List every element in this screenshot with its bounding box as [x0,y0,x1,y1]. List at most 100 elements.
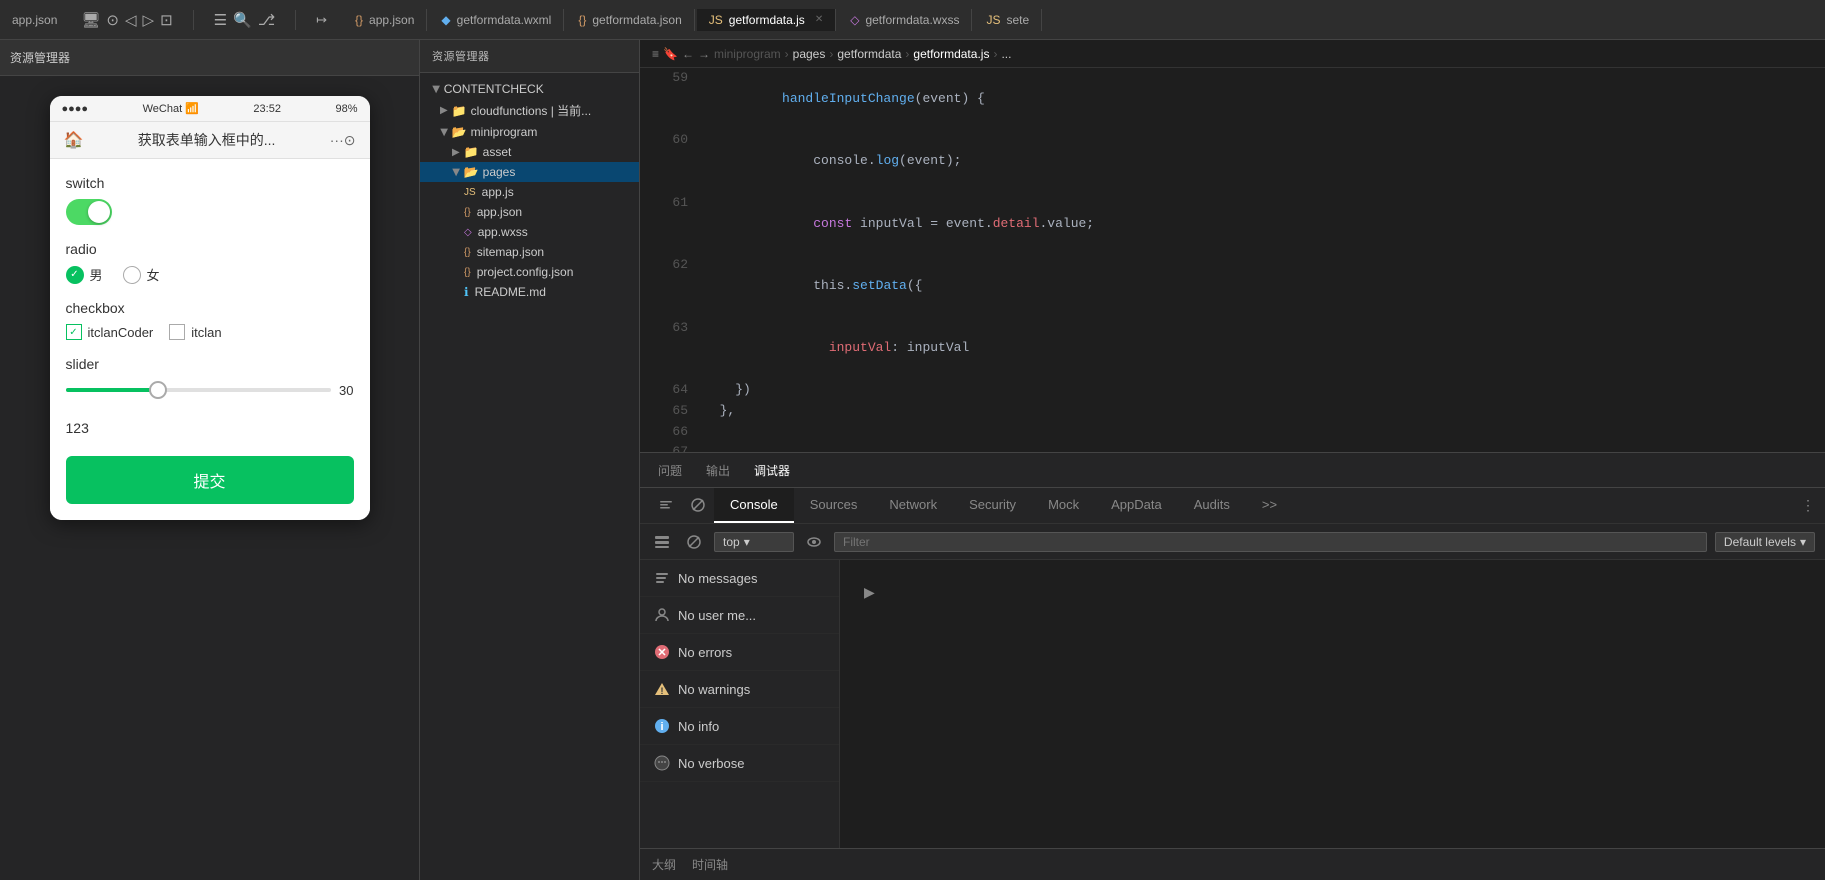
console-options-icon[interactable]: ⋮ [1801,497,1815,514]
tree-readme[interactable]: ℹ README.md [420,282,639,302]
wxss-icon: ◇ [850,13,859,27]
radio-female[interactable]: 女 [123,265,160,284]
filter-layout-icon[interactable] [650,530,674,554]
tab-close-icon[interactable]: ✕ [815,14,823,25]
git-icon[interactable]: ⎇ [258,11,275,29]
line-num-62: 62 [652,255,688,317]
tab-getformdata-wxss[interactable]: ◇ getformdata.wxss [838,9,972,31]
tab-getformdata-wxml[interactable]: ◆ getformdata.wxml [429,9,564,31]
chevron-icon-2: › [829,47,833,61]
checkbox-itclancoder[interactable]: ✓ itclanCoder [66,324,154,340]
line-content-65: }, [704,401,735,422]
hamburger-icon[interactable]: ☰ [214,11,227,29]
tab-getformdata-json[interactable]: {} getformdata.json [566,9,694,31]
tab-network[interactable]: Network [873,488,953,523]
console-sidebar-no-messages[interactable]: No messages [640,560,839,597]
tree-sitemap-json[interactable]: {} sitemap.json [420,242,639,262]
tab-mock[interactable]: Mock [1032,488,1095,523]
fullscreen-icon[interactable]: ⊡ [160,11,173,29]
toggle-switch[interactable] [66,199,112,225]
debug-tab-tiaoshi[interactable]: 调试器 [744,458,800,483]
top-selector[interactable]: top ▾ [714,532,794,552]
app-wxss-label: app.wxss [478,225,528,239]
code-line-67: 67 // 表单提交 [640,442,1825,452]
console-sidebar-no-user[interactable]: No user me... [640,597,839,634]
tab-appdata[interactable]: AppData [1095,488,1178,523]
console-sidebar-no-verbose[interactable]: No verbose [640,745,839,782]
default-levels-btn[interactable]: Default levels ▾ [1715,532,1815,552]
record-icon[interactable]: ⊙ [344,132,356,149]
back-icon[interactable]: ◁ [125,11,137,29]
circle-icon[interactable]: ⊙ [106,11,119,29]
line-num-59: 59 [652,68,688,130]
line-content-60: console.log(event); [704,130,961,192]
home-icon[interactable]: 🏠 [64,130,84,150]
tab-getformdata-js[interactable]: JS getformdata.js ✕ [697,9,836,31]
breadcrumb-bookmark[interactable]: 🔖 [663,47,678,61]
debug-tab-wenti[interactable]: 问题 [648,458,692,483]
tree-miniprogram[interactable]: ▶ 📂 miniprogram [420,122,639,142]
console-sidebar-no-warnings[interactable]: ! No warnings [640,671,839,708]
forward-icon[interactable]: ▷ [143,11,155,29]
tab-audits[interactable]: Audits [1178,488,1246,523]
checkbox-itclan[interactable]: itclan [169,324,221,340]
tab-console[interactable]: Console [714,488,794,523]
pages-label: pages [483,165,516,179]
tab-security[interactable]: Security [953,488,1032,523]
console-sidebar-no-errors[interactable]: ✕ No errors [640,634,839,671]
chevron-icon-4: › [993,47,997,61]
submit-button[interactable]: 提交 [66,456,354,504]
tree-cloudfunctions[interactable]: ▶ 📁 cloudfunctions | 当前... [420,99,639,122]
debug-tab-shuchu[interactable]: 输出 [696,458,740,483]
tree-asset[interactable]: ▶ 📁 asset [420,142,639,162]
console-icon-btn[interactable] [650,488,682,523]
arrow-right-icon[interactable]: ↦ [316,12,327,28]
line-num-64: 64 [652,380,688,401]
device-label: app.json [12,13,57,27]
tree-app-js[interactable]: JS app.js [420,182,639,202]
breadcrumb-icon: ≡ [652,47,659,61]
checkbox-group: ✓ itclanCoder itclan [66,324,354,340]
tree-pages[interactable]: ▶ 📂 pages [420,162,639,182]
code-editor[interactable]: 59 handleInputChange(event) { 60 console… [640,68,1825,452]
debug-tabs-bar: 问题 输出 调试器 [640,452,1825,488]
arrow-right-icon: ▶ [440,105,448,116]
tab-sete[interactable]: JS sete [974,9,1042,31]
nav-back[interactable]: ← [682,47,694,61]
filter-block-icon[interactable] [682,530,706,554]
tree-root[interactable]: ▶ CONTENTCHECK [420,79,639,99]
json-file-icon: {} [464,207,471,218]
console-block-btn[interactable] [682,488,714,523]
tab-label: getformdata.wxss [865,13,959,27]
more-icon[interactable]: ··· [330,132,344,148]
radio-female-label: 女 [147,265,160,284]
eye-icon[interactable] [802,530,826,554]
bottom-tab-shijian[interactable]: 时间轴 [692,852,728,877]
phone-toolbar: 资源管理器 [0,40,419,76]
tab-app-json[interactable]: {} app.json [343,9,427,31]
tab-sources[interactable]: Sources [794,488,874,523]
json-file-icon-2: {} [464,247,471,258]
slider-thumb[interactable] [149,381,167,399]
asset-label: asset [483,145,512,159]
breadcrumb-pages: pages [793,47,826,61]
nav-forward[interactable]: → [698,47,710,61]
tree-project-config[interactable]: {} project.config.json [420,262,639,282]
filter-input[interactable] [834,532,1707,552]
search-icon[interactable]: 🔍 [233,11,252,29]
tree-app-wxss[interactable]: ◇ app.wxss [420,222,639,242]
phone-toolbar-label: 资源管理器 [10,49,70,66]
info-icon: i [654,718,670,734]
tab-more[interactable]: >> [1246,488,1293,523]
monitor-icon[interactable]: 🖥 [81,11,100,29]
switch-label: switch [66,175,354,191]
console-sidebar-no-info[interactable]: i No info [640,708,839,745]
radio-male[interactable]: ✓ 男 [66,265,103,284]
console-tabs-bar: Console Sources Network Security Mock Ap… [640,488,1825,524]
line-num-67: 67 [652,442,688,452]
code-line-63: 63 inputVal: inputVal [640,318,1825,380]
expand-arrow-icon[interactable]: ▶ [860,580,879,605]
tree-app-json[interactable]: {} app.json [420,202,639,222]
code-line-60: 60 console.log(event); [640,130,1825,192]
bottom-tab-dagang[interactable]: 大纲 [652,852,676,877]
